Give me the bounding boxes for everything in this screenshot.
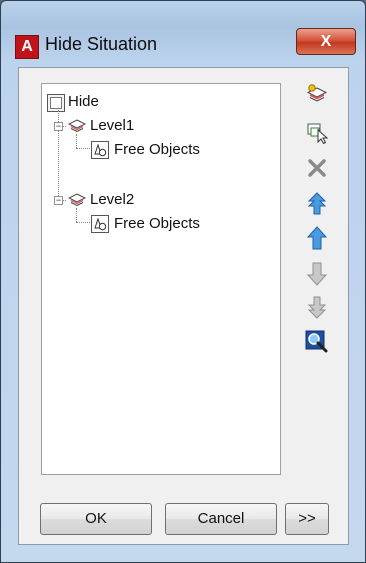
tree-connector: [76, 208, 77, 222]
app-logo-icon: A: [15, 35, 39, 59]
more-options-button[interactable]: >>: [285, 503, 329, 535]
tree-item-level1[interactable]: Level1: [67, 114, 188, 138]
new-level-icon[interactable]: [303, 80, 331, 108]
move-down-icon[interactable]: [303, 260, 331, 288]
tree-connector: [76, 222, 90, 223]
hide-root-icon: [46, 93, 66, 121]
layer-icon: [67, 192, 87, 216]
tree-item-level2[interactable]: Level2: [67, 188, 188, 212]
dialog-body: Hide − Level1 Free Objects − Level2 Free…: [18, 67, 349, 545]
tree-connector: [76, 148, 90, 149]
move-top-icon[interactable]: [303, 190, 331, 218]
delete-icon[interactable]: [303, 154, 331, 182]
collapse-toggle-level2[interactable]: −: [54, 196, 63, 205]
move-up-icon[interactable]: [303, 224, 331, 252]
hide-situation-dialog: A Hide Situation X Hide − Level1 Free Ob…: [0, 0, 366, 563]
move-bottom-icon[interactable]: [303, 294, 331, 322]
free-objects-icon: [90, 140, 110, 168]
dialog-title: Hide Situation: [45, 34, 158, 54]
free-objects-icon: [90, 214, 110, 242]
tree-item-level2-label: Level2: [90, 191, 135, 208]
tree-item-level1-label: Level1: [90, 117, 135, 134]
collapse-toggle-level1[interactable]: −: [54, 122, 63, 131]
zoom-icon[interactable]: [303, 328, 331, 356]
tree-item-free-objects-2-label: Free Objects: [114, 215, 200, 232]
cancel-button[interactable]: Cancel: [165, 503, 277, 535]
select-objects-icon[interactable]: [303, 118, 331, 146]
tree-item-free-objects-1-label: Free Objects: [114, 141, 200, 158]
ok-button[interactable]: OK: [40, 503, 152, 535]
tree-item-free-objects-2[interactable]: Free Objects: [90, 212, 250, 236]
tree-item-root[interactable]: Hide: [46, 90, 166, 114]
layer-icon: [67, 118, 87, 142]
title-bar[interactable]: A Hide Situation X: [1, 1, 365, 63]
situation-tree[interactable]: Hide − Level1 Free Objects − Level2 Free…: [41, 83, 281, 475]
tree-item-free-objects-1[interactable]: Free Objects: [90, 138, 250, 162]
close-button[interactable]: X: [296, 28, 356, 55]
tree-item-root-label: Hide: [68, 93, 99, 110]
tree-connector: [76, 134, 77, 148]
